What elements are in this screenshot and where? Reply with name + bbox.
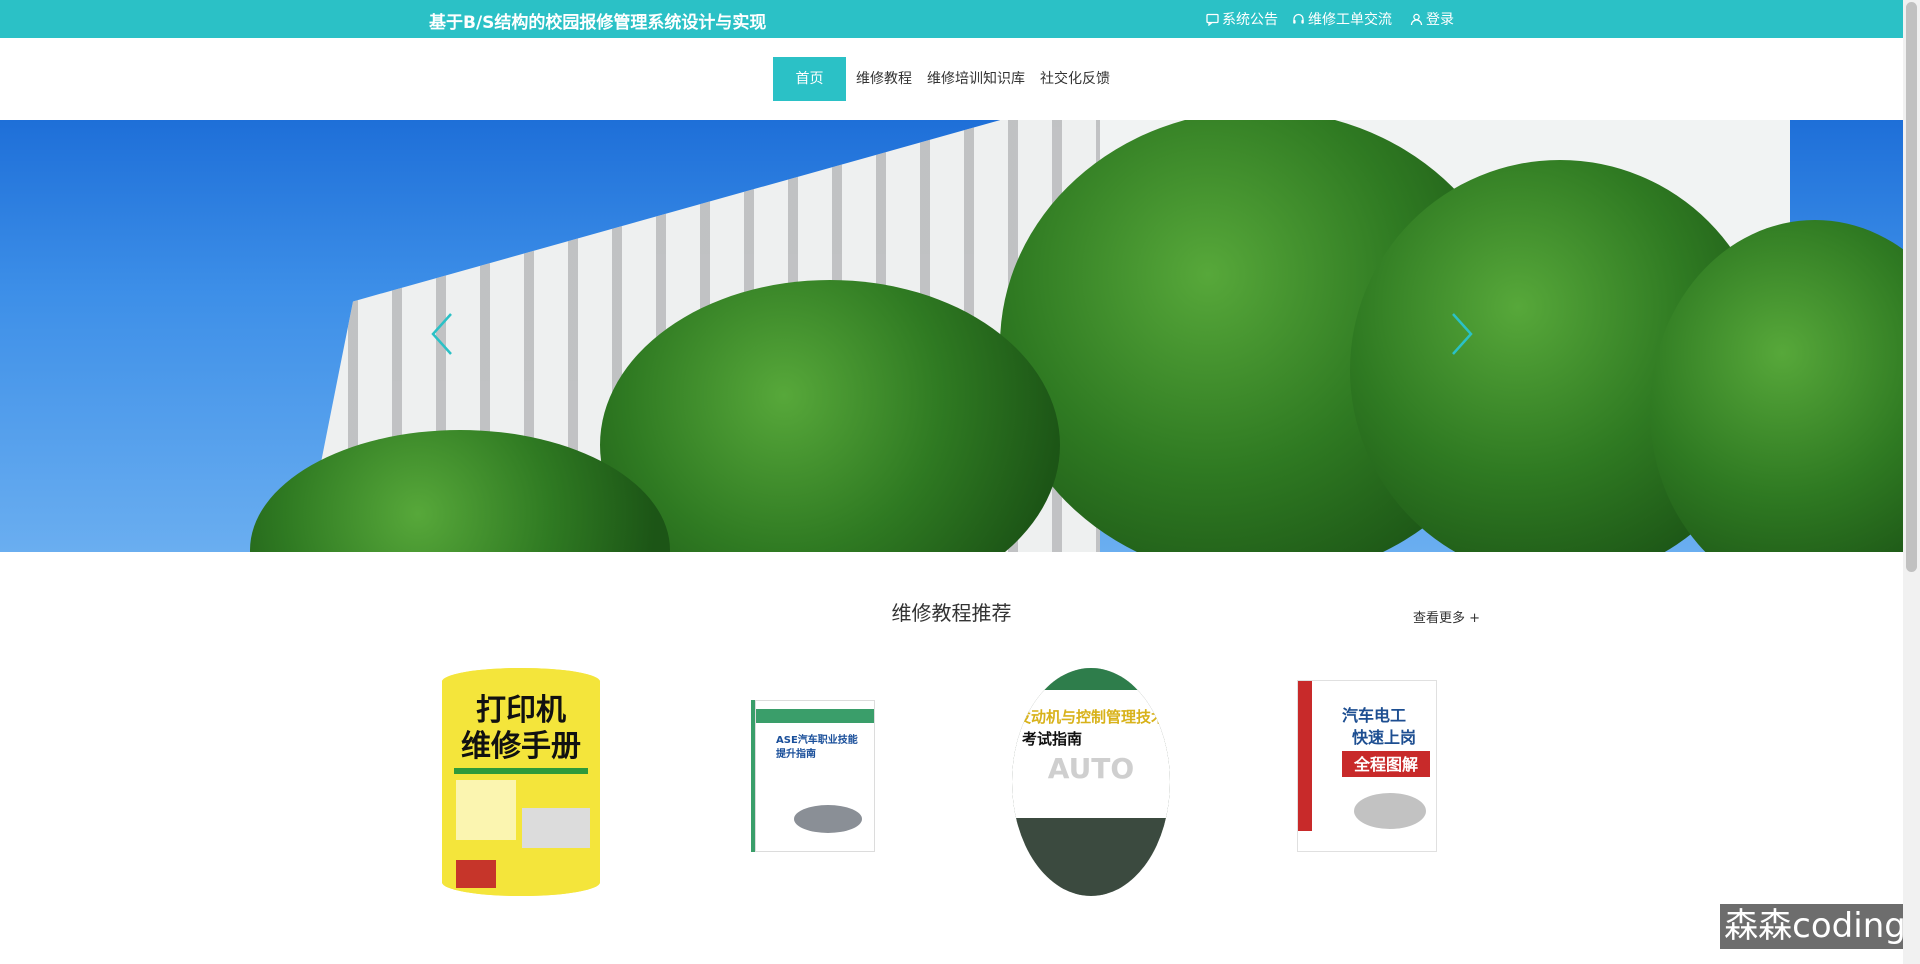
svg-text:维修手册: 维修手册: [461, 729, 581, 764]
page: 基于B/S结构的校园报修管理系统设计与实现 系统公告 维修工单交流 登录 首页 …: [0, 0, 1920, 964]
section-title: 维修教程推荐: [891, 601, 1012, 625]
watermark: 森森coding: [1720, 904, 1910, 949]
nav-item-home[interactable]: 首页: [773, 57, 846, 101]
banner-carousel: [0, 120, 1903, 552]
product-card[interactable]: ASE汽车职业技能 提升指南: [755, 700, 875, 852]
chevron-left-icon[interactable]: [431, 312, 453, 356]
book-cover-printer: 打印机 维修手册: [442, 668, 600, 896]
user-icon: [1410, 13, 1423, 25]
book-cover-engine: 发动机与控制管理技术 考试指南 AUTO: [1012, 668, 1170, 896]
work-order-label: 维修工单交流: [1308, 12, 1392, 28]
book-cover-electrician: 汽车电工 快速上岗 全程图解: [1298, 681, 1436, 851]
site-title: 基于B/S结构的校园报修管理系统设计与实现: [429, 13, 767, 33]
nav-item-feedback[interactable]: 社交化反馈: [1030, 57, 1120, 101]
headset-icon: [1293, 13, 1304, 24]
nav-item-knowledge-base[interactable]: 维修培训知识库: [922, 57, 1030, 101]
nav-item-tutorials[interactable]: 维修教程: [846, 57, 922, 101]
book-cover-ase: ASE汽车职业技能 提升指南: [756, 701, 874, 851]
announcement-label: 系统公告: [1222, 12, 1278, 28]
svg-text:全程图解: 全程图解: [1353, 755, 1418, 774]
scrollbar-thumb[interactable]: [1906, 2, 1917, 572]
svg-text:打印机: 打印机: [476, 693, 566, 728]
svg-text:ASE汽车职业技能: ASE汽车职业技能: [776, 733, 858, 746]
login-link[interactable]: 登录: [1410, 9, 1454, 29]
see-more-link[interactable]: 查看更多 +: [1413, 607, 1480, 626]
message-icon: [1206, 13, 1219, 26]
main-nav: 首页 维修教程 维修培训知识库 社交化反馈: [773, 57, 1120, 101]
svg-text:汽车电工: 汽车电工: [1342, 706, 1406, 725]
work-order-link[interactable]: 维修工单交流: [1292, 9, 1392, 29]
top-links: 系统公告 维修工单交流 登录: [1206, 9, 1454, 29]
login-label: 登录: [1426, 12, 1454, 28]
product-card[interactable]: 打印机 维修手册: [442, 668, 600, 896]
top-bar: 基于B/S结构的校园报修管理系统设计与实现 系统公告 维修工单交流 登录: [0, 0, 1903, 38]
product-card[interactable]: 发动机与控制管理技术 考试指南 AUTO: [1012, 668, 1170, 896]
svg-text:考试指南: 考试指南: [1022, 730, 1082, 748]
product-card[interactable]: 汽车电工 快速上岗 全程图解: [1297, 680, 1437, 852]
svg-text:AUTO: AUTO: [1048, 752, 1134, 785]
svg-text:发动机与控制管理技术: 发动机与控制管理技术: [1015, 708, 1166, 726]
svg-text:快速上岗: 快速上岗: [1352, 728, 1416, 747]
chevron-right-icon[interactable]: [1451, 312, 1473, 356]
vertical-scrollbar[interactable]: [1903, 0, 1920, 964]
announcement-link[interactable]: 系统公告: [1206, 9, 1278, 29]
svg-text:提升指南: 提升指南: [776, 747, 816, 760]
